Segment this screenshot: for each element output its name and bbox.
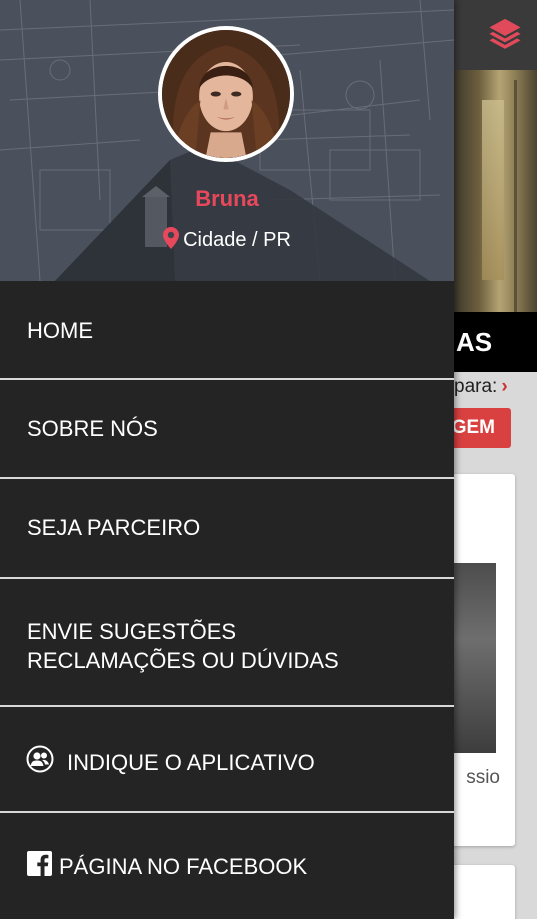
- avatar[interactable]: [158, 26, 294, 162]
- filter-link[interactable]: para: ›: [454, 376, 537, 400]
- users-icon: [26, 745, 54, 773]
- menu-item-label-line1: ENVIE SUGESTÕES: [27, 619, 237, 644]
- menu-item-sobre-nos[interactable]: SOBRE NÓS: [0, 380, 454, 479]
- banner-photo: [454, 70, 537, 312]
- menu-item-home[interactable]: HOME: [0, 281, 454, 380]
- map-pin-icon: [163, 227, 180, 249]
- menu-item-label-line2: RECLAMAÇÕES OU DÚVIDAS: [27, 648, 339, 673]
- menu-item-indique-aplicativo[interactable]: INDIQUE O APLICATIVO: [0, 707, 454, 813]
- user-location: Cidade / PR: [0, 227, 454, 252]
- filter-text: para:: [454, 376, 498, 397]
- menu-item-label: ENVIE SUGESTÕES RECLAMAÇÕES OU DÚVIDAS: [27, 617, 339, 675]
- user-name: Bruna: [195, 186, 259, 211]
- menu-item-label: SEJA PARCEIRO: [27, 515, 201, 540]
- menu-item-label: PÁGINA NO FACEBOOK: [59, 854, 308, 879]
- facebook-icon: [27, 851, 52, 876]
- menu-item-label: SOBRE NÓS: [27, 416, 158, 441]
- red-button-label: GEM: [451, 417, 495, 438]
- menu-item-pagina-facebook[interactable]: PÁGINA NO FACEBOOK: [0, 813, 454, 919]
- user-location-text: Cidade / PR: [183, 229, 291, 251]
- menu-item-label: INDIQUE O APLICATIVO: [67, 750, 315, 775]
- menu-item-envie-sugestoes[interactable]: ENVIE SUGESTÕES RECLAMAÇÕES OU DÚVIDAS: [0, 579, 454, 707]
- drawer-menu: HOME SOBRE NÓS SEJA PARCEIRO ENVIE SUGES…: [0, 281, 454, 919]
- chevron-right-icon: ›: [501, 376, 508, 397]
- section-title-bar: AS: [454, 312, 537, 372]
- layers-icon[interactable]: [488, 16, 522, 50]
- drawer-header: Bruna Cidade / PR: [0, 0, 454, 281]
- menu-item-label: HOME: [27, 318, 93, 343]
- navigation-drawer: Bruna Cidade / PR HOME SOBRE NÓS SEJA PA…: [0, 0, 454, 919]
- avatar-photo: [162, 30, 290, 158]
- menu-item-seja-parceiro[interactable]: SEJA PARCEIRO: [0, 479, 454, 579]
- section-title-text: AS: [456, 327, 493, 357]
